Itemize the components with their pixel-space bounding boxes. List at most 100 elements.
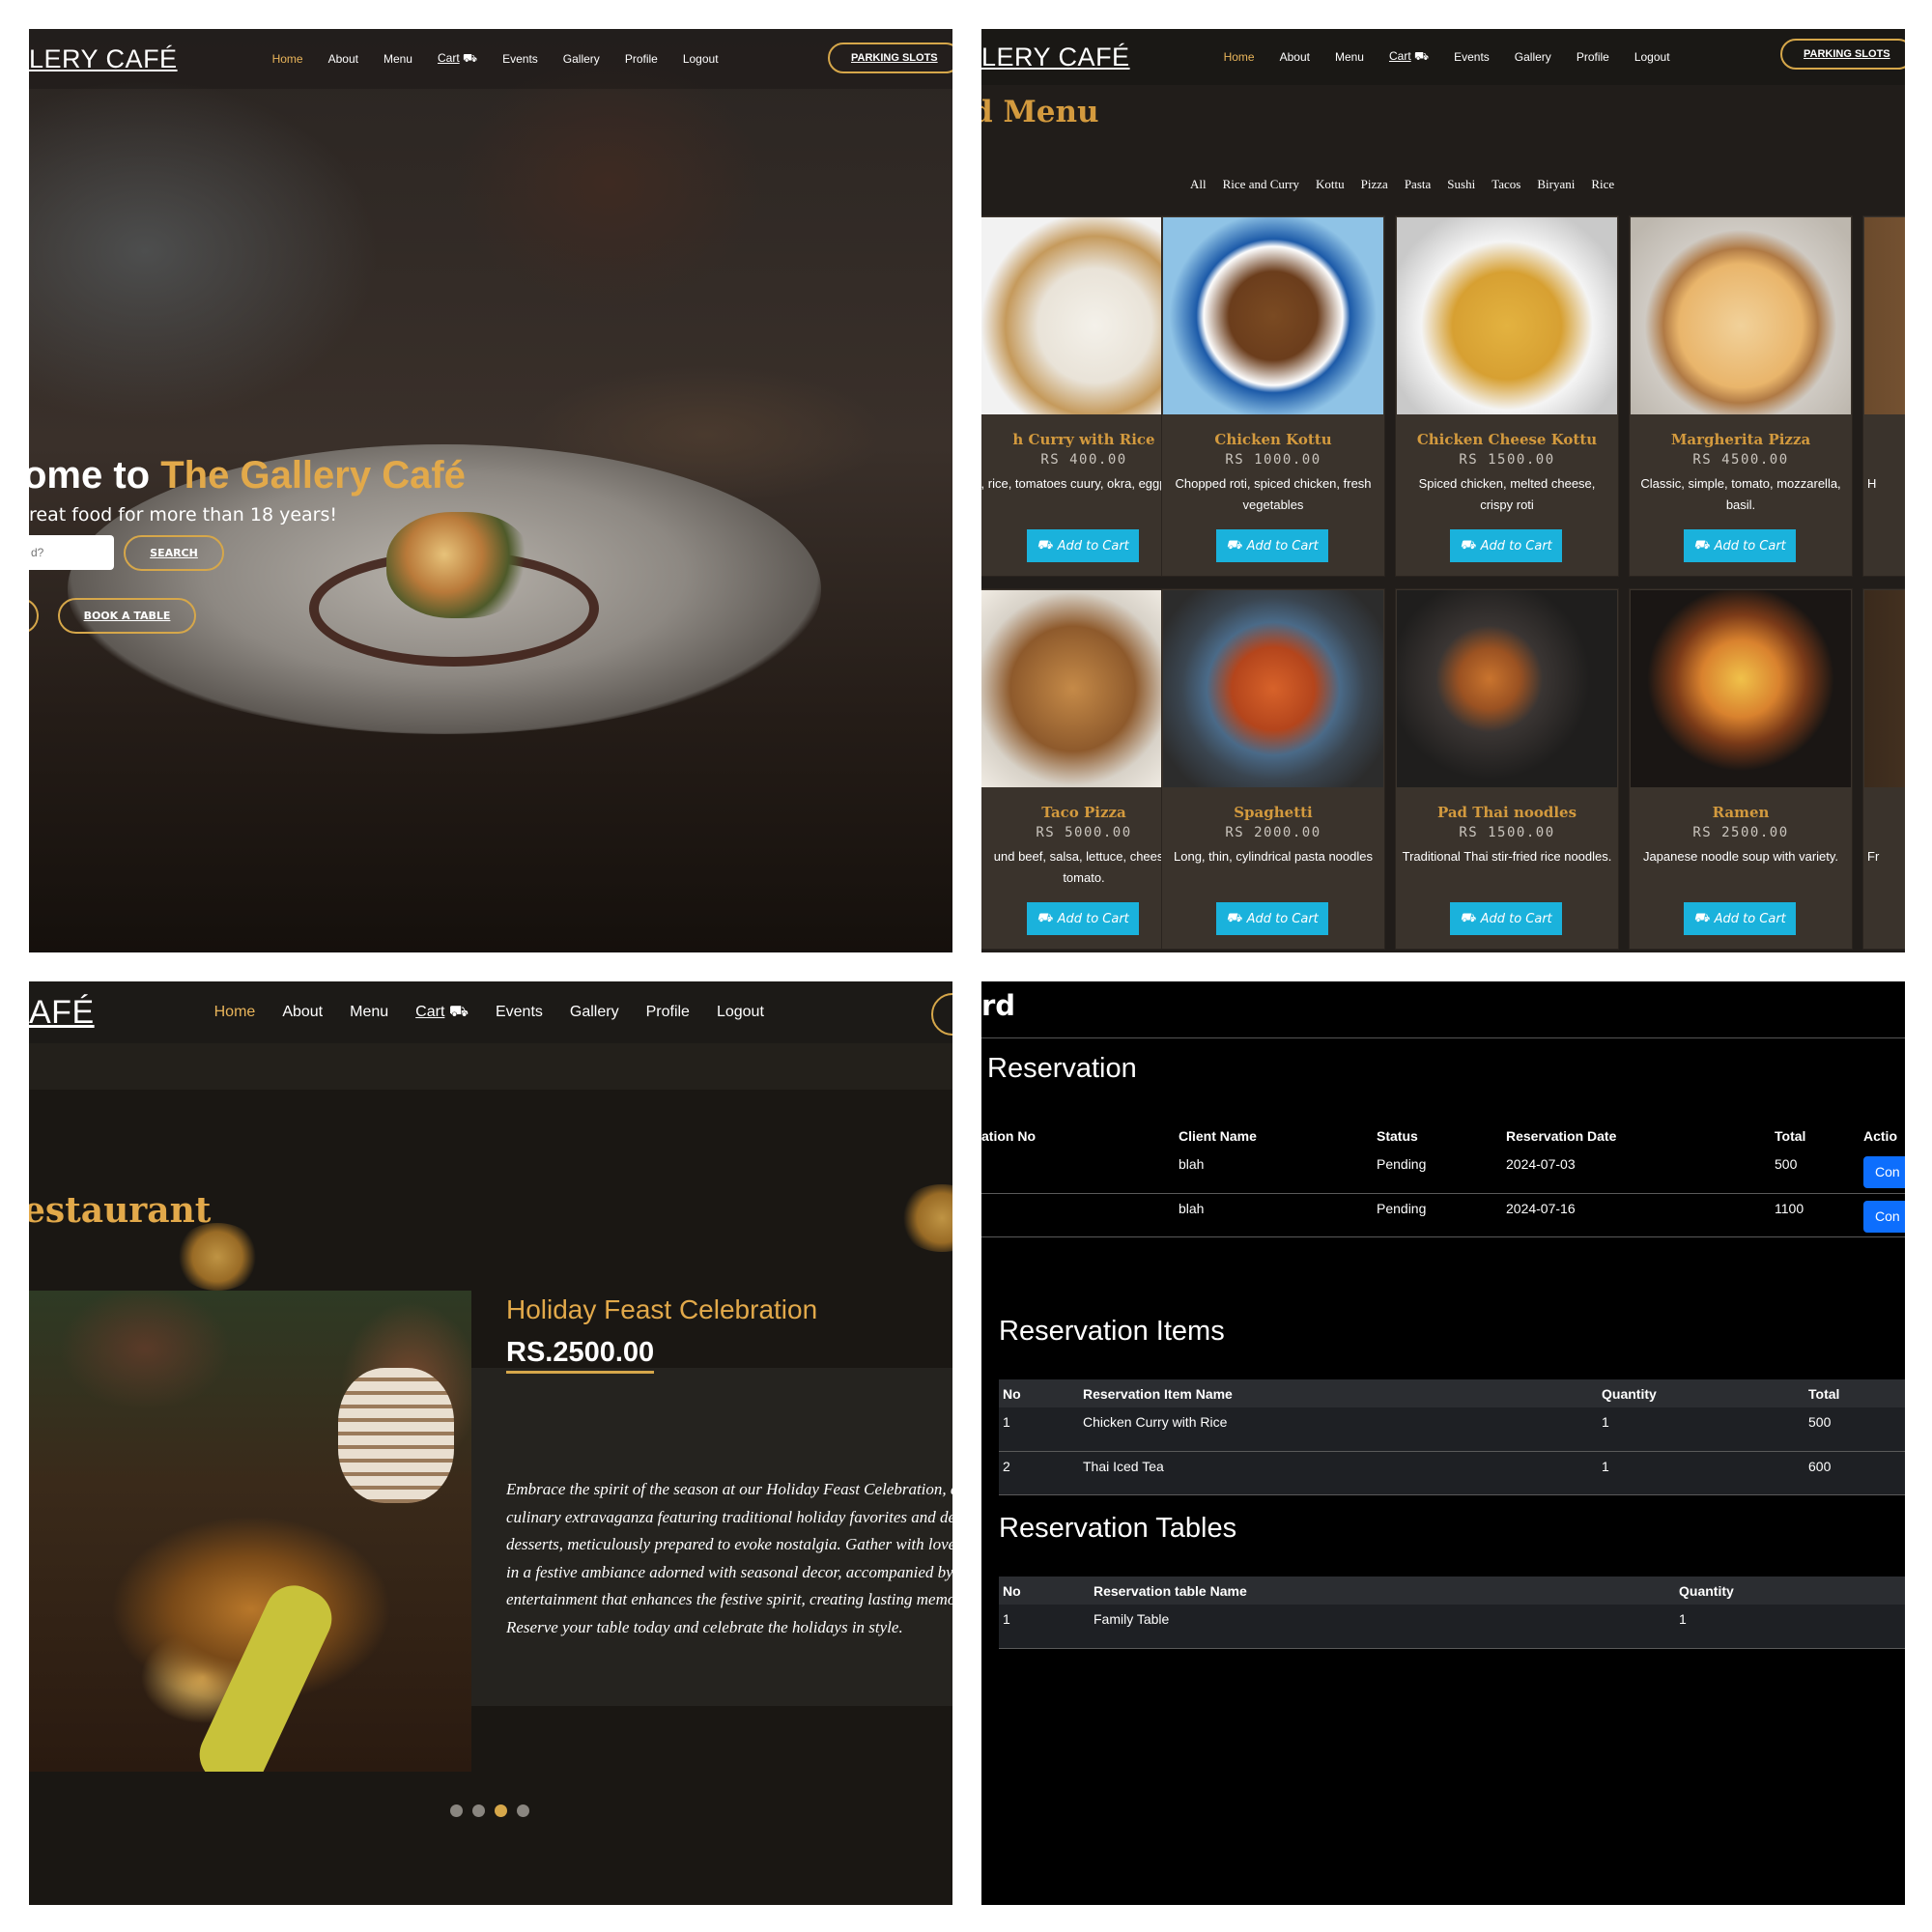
nav-logout[interactable]: Logout — [717, 1004, 764, 1021]
col-header: Quantity — [1602, 1385, 1657, 1402]
food-image — [1163, 217, 1383, 414]
nav-about[interactable]: About — [282, 1004, 323, 1021]
nav-cart[interactable]: Cart ⛟ — [415, 1003, 469, 1022]
nav-gallery[interactable]: Gallery — [570, 1004, 619, 1021]
nav-events[interactable]: Events — [496, 1004, 543, 1021]
cell-client: blah — [1179, 1200, 1205, 1216]
table-header-row: No Reservation table Name Quantity — [999, 1577, 1905, 1605]
nav-gallery[interactable]: Gallery — [1515, 50, 1551, 64]
filter-biryani[interactable]: Biryani — [1537, 177, 1575, 192]
menu-card: Margherita Pizza RS 4500.00 Classic, sim… — [1629, 215, 1853, 577]
table-row: 1 Family Table 1 — [999, 1605, 1905, 1648]
filter-kottu[interactable]: Kottu — [1316, 177, 1345, 192]
cart-icon: ⛟ — [448, 1004, 469, 1020]
brand-logo[interactable]: LERY CAFÉ — [981, 43, 1130, 72]
header-band — [29, 1043, 952, 1090]
carousel-dot[interactable] — [450, 1804, 463, 1817]
table-header-row: No Reservation Item Name Quantity Total — [999, 1379, 1905, 1407]
filter-pizza[interactable]: Pizza — [1361, 177, 1388, 192]
reservation-title: Reservation — [987, 1053, 1137, 1084]
cell-quantity: 1 — [1602, 1458, 1609, 1474]
menu-title: d Menu — [981, 95, 1099, 129]
nav-profile[interactable]: Profile — [646, 1004, 690, 1021]
filter-all[interactable]: All — [1190, 177, 1207, 192]
events-title: estaurant — [29, 1190, 212, 1231]
add-label: Add to Cart — [1480, 538, 1552, 554]
cell — [981, 1150, 1179, 1193]
item-price: RS 2000.00 — [1225, 825, 1321, 840]
parking-slots-button[interactable]: PARKING SLOTS — [828, 43, 952, 73]
nav-menu[interactable]: Menu — [350, 1004, 388, 1021]
nav-about[interactable]: About — [328, 52, 358, 66]
nav-cart[interactable]: Cart ⛟ — [438, 51, 477, 67]
nav-events[interactable]: Events — [1454, 50, 1490, 64]
add-label: Add to Cart — [1057, 911, 1129, 926]
cell-table-name: Family Table — [1094, 1611, 1170, 1627]
add-to-cart-button[interactable]: ⛟ Add to Cart — [1216, 902, 1328, 935]
add-to-cart-button[interactable]: ⛟ Add to Cart — [1684, 902, 1796, 935]
nav-logout[interactable]: Logout — [683, 52, 719, 66]
add-to-cart-button[interactable]: ⛟ Add to Cart — [1027, 902, 1139, 935]
col-header: ation No — [981, 1127, 1036, 1144]
nav-home[interactable]: Home — [272, 52, 303, 66]
nav-gallery[interactable]: Gallery — [563, 52, 600, 66]
menu-card: Chicken Kottu RS 1000.00 Chopped roti, s… — [1161, 215, 1385, 577]
filter-rice-and-curry[interactable]: Rice and Curry — [1223, 177, 1299, 192]
menu-card: Spaghetti RS 2000.00 Long, thin, cylindr… — [1161, 588, 1385, 950]
confirm-button[interactable]: Con — [1863, 1200, 1905, 1233]
filter-rice[interactable]: Rice — [1591, 177, 1614, 192]
nav-menu[interactable]: Menu — [1335, 50, 1364, 64]
cell-quantity: 1 — [1679, 1611, 1687, 1627]
cart-icon: ⛟ — [1037, 910, 1053, 925]
nav-profile[interactable]: Profile — [1577, 50, 1609, 64]
cell-item-name: Thai Iced Tea — [1083, 1458, 1164, 1474]
event-price: RS.2500.00 — [506, 1337, 655, 1374]
reservation-items-title: Reservation Items — [999, 1316, 1225, 1347]
search-button[interactable]: SEARCH — [124, 535, 224, 571]
home-hero-panel: LERY CAFÉ Home About Menu Cart ⛟ Events … — [29, 29, 952, 952]
filter-tacos[interactable]: Tacos — [1492, 177, 1520, 192]
add-to-cart-button[interactable]: ⛟ Add to Cart — [1450, 902, 1562, 935]
brand-logo[interactable]: LERY CAFÉ — [29, 44, 178, 74]
add-label: Add to Cart — [1714, 911, 1786, 926]
carousel-dot-active[interactable] — [495, 1804, 507, 1817]
dashboard-title: rd — [981, 989, 1016, 1022]
parking-slots-button[interactable]: PARKING SLOTS — [1780, 39, 1905, 70]
nav-home[interactable]: Home — [214, 1004, 256, 1021]
nav-home[interactable]: Home — [1224, 50, 1255, 64]
brand-logo[interactable]: AFÉ — [29, 994, 95, 1032]
cell-client: blah — [1179, 1156, 1205, 1172]
col-header: Reservation Item Name — [1083, 1385, 1233, 1402]
col-header: Reservation Date — [1506, 1127, 1617, 1144]
nav-cart-label: Cart — [1388, 49, 1411, 63]
nav-events[interactable]: Events — [502, 52, 538, 66]
filter-pasta[interactable]: Pasta — [1405, 177, 1431, 192]
nav-profile[interactable]: Profile — [625, 52, 658, 66]
divider — [981, 1037, 1905, 1038]
add-to-cart-button[interactable]: ⛟ Add to Cart — [1684, 529, 1796, 562]
add-to-cart-button[interactable]: ⛟ Add to Cart — [1027, 529, 1139, 562]
item-description: Japanese noodle soup with variety. — [1642, 849, 1839, 864]
parking-slots-button[interactable] — [931, 993, 952, 1036]
nav-logout[interactable]: Logout — [1634, 50, 1670, 64]
events-panel: AFÉ Home About Menu Cart ⛟ Events Galler… — [29, 981, 952, 1905]
item-description: Chopped roti, spiced chicken, fresh vege… — [1175, 476, 1372, 512]
book-table-button[interactable]: BOOK A TABLE — [58, 598, 196, 634]
flower-decoration — [174, 1223, 261, 1291]
nav-about[interactable]: About — [1280, 50, 1310, 64]
item-name: Spaghetti — [1234, 804, 1313, 821]
filter-sushi[interactable]: Sushi — [1447, 177, 1475, 192]
carousel-dot[interactable] — [517, 1804, 529, 1817]
confirm-button[interactable]: Con — [1863, 1156, 1905, 1188]
menu-filters: All Rice and Curry Kottu Pizza Pasta Sus… — [1190, 177, 1614, 192]
menu-card: Ramen RS 2500.00 Japanese noodle soup wi… — [1629, 588, 1853, 950]
nav-cart[interactable]: Cart ⛟ — [1389, 49, 1429, 65]
carousel-dot[interactable] — [472, 1804, 485, 1817]
search-input[interactable] — [29, 535, 114, 570]
add-to-cart-button[interactable]: ⛟ Add to Cart — [1450, 529, 1562, 562]
add-to-cart-button[interactable]: ⛟ Add to Cart — [1216, 529, 1328, 562]
nav-cart-label: Cart — [437, 51, 460, 65]
item-description: Traditional Thai stir-fried rice noodles… — [1402, 849, 1612, 864]
nav-menu[interactable]: Menu — [384, 52, 412, 66]
cell-total: 600 — [1808, 1458, 1832, 1474]
